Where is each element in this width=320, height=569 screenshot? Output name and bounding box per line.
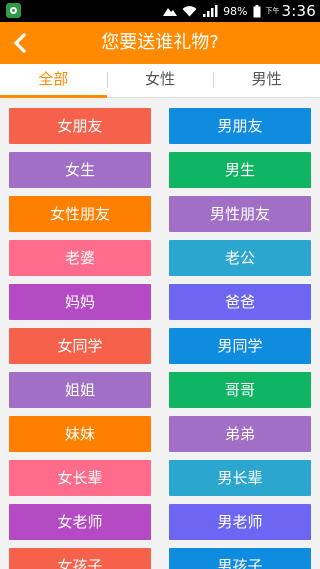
recipient-row: 女长辈 男长辈 <box>0 460 320 496</box>
recipient-button[interactable]: 爸爸 <box>169 284 311 320</box>
image-notification-icon <box>163 8 178 16</box>
recipient-grid: 女朋友 男朋友 女生 男生 女性朋友 男性朋友 老婆 老公 妈妈 爸爸 女同学 男同学 姐姐 哥哥 妹妹 弟弟… <box>0 108 320 569</box>
status-icons: 98% 下午 3:36 <box>163 0 316 22</box>
recipient-button[interactable]: 男老师 <box>169 504 311 540</box>
tab-male[interactable]: 男性 <box>213 64 320 97</box>
recipient-button[interactable]: 老公 <box>169 240 311 276</box>
app-header: 您要送谁礼物? <box>0 22 320 64</box>
recipient-button[interactable]: 女性朋友 <box>9 196 151 232</box>
recipient-row: 老婆 老公 <box>0 240 320 276</box>
tab-all[interactable]: 全部 <box>0 64 107 98</box>
recipient-button[interactable]: 女同学 <box>9 328 151 364</box>
chevron-left-icon <box>13 33 27 53</box>
recipient-button[interactable]: 男朋友 <box>169 108 311 144</box>
status-bar: 98% 下午 3:36 <box>0 0 320 22</box>
recipient-button[interactable]: 女朋友 <box>9 108 151 144</box>
recipient-button[interactable]: 女生 <box>9 152 151 188</box>
recipient-row: 女老师 男老师 <box>0 504 320 540</box>
recipient-row: 女孩子 男孩子 <box>0 548 320 569</box>
recipient-button[interactable]: 男孩子 <box>169 548 311 569</box>
recipient-row: 姐姐 哥哥 <box>0 372 320 408</box>
recipient-row: 女生 男生 <box>0 152 320 188</box>
recipient-button[interactable]: 男生 <box>169 152 311 188</box>
tab-bar: 全部 女性 男性 <box>0 64 320 98</box>
recipient-button[interactable]: 男同学 <box>169 328 311 364</box>
recipient-button[interactable]: 女孩子 <box>9 548 151 569</box>
recipient-button[interactable]: 弟弟 <box>169 416 311 452</box>
recipient-button[interactable]: 男性朋友 <box>169 196 311 232</box>
tab-female[interactable]: 女性 <box>106 64 214 97</box>
recipient-row: 女性朋友 男性朋友 <box>0 196 320 232</box>
clock: 3:36 <box>281 2 316 20</box>
app-notification-icon <box>6 3 21 18</box>
recipient-row: 女同学 男同学 <box>0 328 320 364</box>
back-button[interactable] <box>0 22 40 64</box>
recipient-row: 女朋友 男朋友 <box>0 108 320 144</box>
recipient-button[interactable]: 女老师 <box>9 504 151 540</box>
recipient-button[interactable]: 姐姐 <box>9 372 151 408</box>
recipient-button[interactable]: 哥哥 <box>169 372 311 408</box>
recipient-row: 妈妈 爸爸 <box>0 284 320 320</box>
recipient-button[interactable]: 妹妹 <box>9 416 151 452</box>
recipient-row: 妹妹 弟弟 <box>0 416 320 452</box>
signal-icon <box>203 5 218 17</box>
recipient-button[interactable]: 老婆 <box>9 240 151 276</box>
recipient-button[interactable]: 男长辈 <box>169 460 311 496</box>
battery-percent: 98% <box>223 4 248 18</box>
recipient-button[interactable]: 妈妈 <box>9 284 151 320</box>
wifi-icon <box>182 6 197 17</box>
recipient-button[interactable]: 女长辈 <box>9 460 151 496</box>
page-title: 您要送谁礼物? <box>101 32 219 53</box>
battery-icon <box>253 4 261 17</box>
time-ampm: 下午 <box>265 7 280 15</box>
